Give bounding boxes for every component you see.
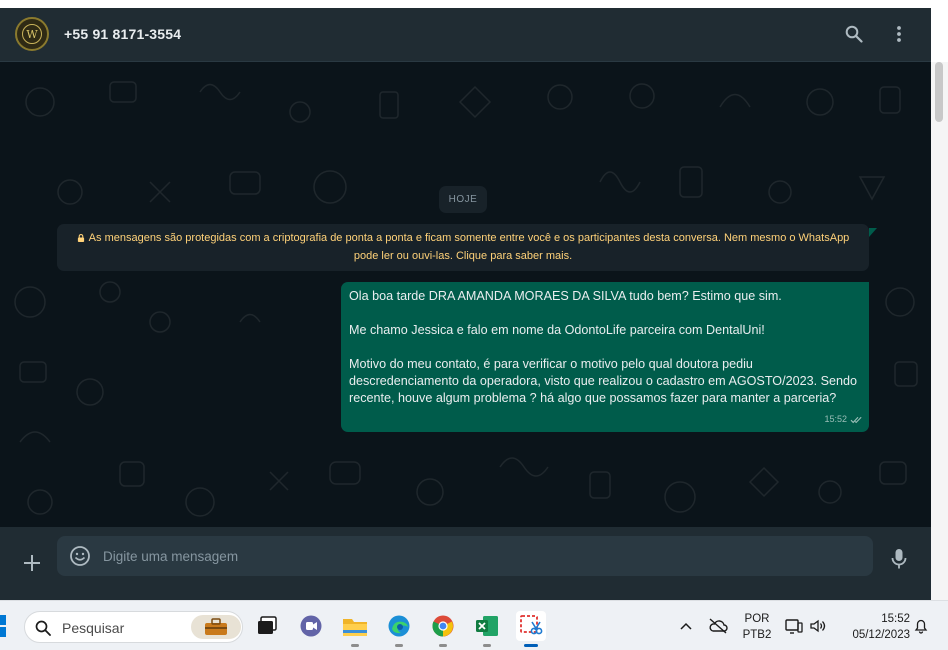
running-indicator — [483, 644, 491, 647]
menu-dots-icon[interactable] — [887, 22, 911, 46]
message-meta: 15:52 — [824, 411, 863, 428]
message-input[interactable] — [103, 536, 853, 576]
chat-header[interactable]: W +55 91 8171-3554 — [0, 8, 931, 62]
system-clock[interactable]: 15:52 05/12/2023 — [838, 611, 910, 643]
search-icon[interactable] — [842, 22, 866, 46]
onedrive-offline-icon[interactable] — [706, 601, 730, 650]
encryption-notice-text: As mensagens são protegidas com a cripto… — [88, 232, 850, 262]
search-icon — [35, 620, 51, 636]
network-icon[interactable] — [782, 601, 806, 650]
excel-icon[interactable] — [472, 611, 502, 647]
volume-icon[interactable] — [806, 601, 830, 650]
chevron-up-icon[interactable] — [676, 601, 696, 650]
running-indicator — [351, 644, 359, 647]
snipping-tool-icon[interactable] — [516, 611, 546, 647]
message-composer — [0, 527, 931, 600]
message-time: 15:52 — [824, 414, 847, 424]
windows-start-icon[interactable] — [0, 615, 10, 637]
contact-avatar[interactable]: W — [15, 17, 49, 51]
clock-date: 05/12/2023 — [852, 629, 910, 641]
scrollbar-track[interactable] — [931, 62, 948, 600]
screen: W +55 91 8171-3554 HOJE As mensagens são… — [0, 0, 948, 650]
running-indicator — [395, 644, 403, 647]
chrome-browser-icon[interactable] — [428, 611, 458, 647]
language-indicator[interactable]: POR PTB2 — [740, 611, 774, 643]
task-view-icon[interactable] — [252, 611, 282, 641]
emoji-icon[interactable] — [69, 545, 91, 567]
clock-time: 15:52 — [881, 613, 910, 625]
windows-taskbar: Pesquisar POR PTB2 15:52 05/12/2023 — [0, 600, 948, 650]
search-highlight-icon — [191, 615, 241, 639]
search-placeholder: Pesquisar — [62, 620, 125, 636]
scrollbar-thumb[interactable] — [935, 62, 943, 122]
date-separator: HOJE — [439, 186, 487, 213]
microphone-icon[interactable] — [887, 547, 911, 571]
avatar-logo: W — [22, 24, 42, 44]
edge-browser-icon[interactable] — [384, 611, 414, 647]
notification-bell-icon[interactable] — [910, 601, 932, 650]
encryption-notice[interactable]: As mensagens são protegidas com a cripto… — [57, 224, 869, 271]
double-check-icon — [850, 416, 862, 423]
file-explorer-icon[interactable] — [340, 611, 370, 647]
contact-name[interactable]: +55 91 8171-3554 — [64, 26, 181, 42]
whatsapp-app: W +55 91 8171-3554 HOJE As mensagens são… — [0, 8, 931, 600]
lock-icon — [77, 234, 84, 242]
teams-chat-icon[interactable] — [296, 611, 326, 641]
attach-plus-icon[interactable] — [20, 551, 44, 575]
chat-area[interactable]: HOJE As mensagens são protegidas com a c… — [0, 62, 931, 527]
bubble-tail — [869, 228, 877, 237]
window-top-edge — [0, 0, 948, 8]
language-code: POR — [744, 613, 770, 625]
active-indicator — [524, 644, 538, 647]
message-line: Motivo do meu contato, é para verificar … — [349, 357, 861, 405]
message-input-box[interactable] — [57, 536, 873, 576]
message-line: Me chamo Jessica e falo em nome da Odont… — [349, 323, 765, 337]
running-indicator — [439, 644, 447, 647]
outgoing-message[interactable]: Ola boa tarde DRA AMANDA MORAES DA SILVA… — [341, 282, 869, 432]
taskbar-search[interactable]: Pesquisar — [24, 611, 243, 643]
keyboard-layout: PTB2 — [742, 629, 772, 641]
message-line: Ola boa tarde DRA AMANDA MORAES DA SILVA… — [349, 289, 782, 303]
